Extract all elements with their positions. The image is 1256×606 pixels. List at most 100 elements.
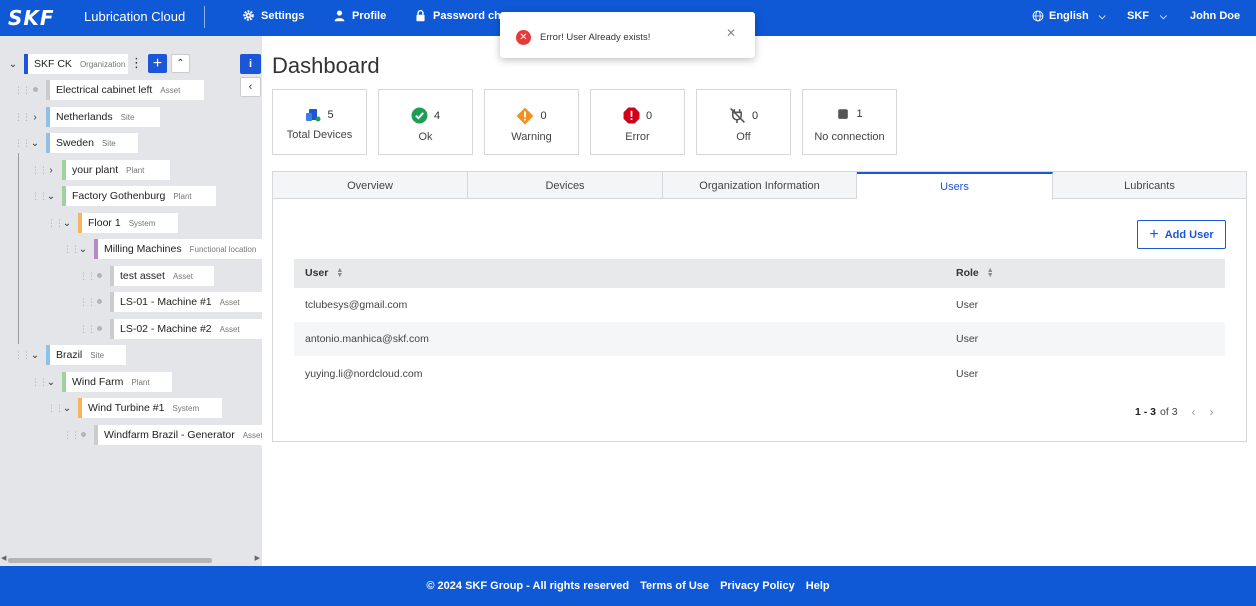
org-selector[interactable]: SKF ⌵ <box>1127 10 1167 22</box>
tree-node-asset[interactable]: LS-02 - Machine #2 Asset <box>110 319 262 339</box>
drag-handle-icon[interactable]: ⋮⋮ <box>31 191 48 202</box>
stat-card-total-devices[interactable]: 5 Total Devices <box>272 89 367 155</box>
drag-handle-icon[interactable]: ⋮⋮ <box>79 324 96 335</box>
square-icon <box>838 109 849 119</box>
error-toast: ✕ Error! User Already exists! ✕ <box>500 12 755 58</box>
chevron-right-icon[interactable]: › <box>46 165 56 176</box>
column-user[interactable]: User ▲ ▼ <box>305 267 343 279</box>
close-icon[interactable]: ✕ <box>726 26 736 40</box>
stat-card-error[interactable]: 0 Error <box>590 89 685 155</box>
nav-password[interactable]: Password cha <box>414 9 507 22</box>
info-button[interactable]: i <box>240 54 261 74</box>
stat-card-ok[interactable]: 4 Ok <box>378 89 473 155</box>
language-selector[interactable]: English ⌵ <box>1032 10 1106 22</box>
drag-handle-icon[interactable]: ⋮⋮ <box>14 138 31 149</box>
nav-profile[interactable]: Profile <box>333 9 386 22</box>
collapse-panel-button[interactable]: ‹ <box>240 77 261 97</box>
drag-handle-icon[interactable]: ⋮⋮ <box>47 218 64 229</box>
tree-node-type: Asset <box>160 85 181 95</box>
user-menu[interactable]: John Doe <box>1190 10 1240 22</box>
stat-label: Total Devices <box>286 129 353 141</box>
scrollbar-thumb[interactable] <box>8 558 212 563</box>
drag-handle-icon[interactable]: ⋮⋮ <box>79 297 96 308</box>
user-email: tclubesys@gmail.com <box>305 299 408 311</box>
pagination: 1 - 3 of 3 ‹ › <box>1135 405 1214 419</box>
chevron-right-icon[interactable]: › <box>30 112 40 123</box>
tree-node-name: LS-02 - Machine #2 <box>120 323 212 335</box>
tree-node-plant[interactable]: Factory Gothenburg Plant <box>62 186 216 206</box>
tree-node-system[interactable]: Wind Turbine #1 System <box>78 398 222 418</box>
chevron-down-icon[interactable]: ⌄ <box>46 377 56 388</box>
tree-node-system[interactable]: Floor 1 System <box>78 213 178 233</box>
stat-card-no-connection[interactable]: 1 No connection <box>802 89 897 155</box>
kebab-menu-icon[interactable]: ⋮ <box>130 55 143 71</box>
chevron-left-icon[interactable]: ‹ <box>1192 405 1196 419</box>
tree-node-type: System <box>172 403 200 413</box>
scroll-left-icon[interactable]: ◀ <box>1 554 6 562</box>
devices-icon <box>306 109 321 122</box>
sort-icon[interactable]: ▲ ▼ <box>987 267 994 279</box>
table-row[interactable]: tclubesys@gmail.com User <box>294 288 1225 322</box>
chevron-down-icon[interactable]: ⌄ <box>78 244 88 255</box>
tab-users[interactable]: Users <box>857 172 1053 200</box>
tree-node-type: Site <box>101 138 116 148</box>
drag-handle-icon[interactable]: ⋮⋮ <box>63 244 80 255</box>
footer-terms-link[interactable]: Terms of Use <box>640 580 709 592</box>
sort-icon[interactable]: ▲ ▼ <box>336 267 343 279</box>
drag-handle-icon[interactable]: ⋮⋮ <box>14 112 31 123</box>
tree-node-site[interactable]: Brazil Site <box>46 345 126 365</box>
drag-handle-icon[interactable]: ⋮⋮ <box>14 350 31 361</box>
chevron-down-icon[interactable]: ⌄ <box>30 138 40 149</box>
table-row[interactable]: yuying.li@nordcloud.com User <box>294 357 1225 391</box>
table-row[interactable]: antonio.manhica@skf.com User <box>294 322 1225 356</box>
tree-node-plant[interactable]: your plant Plant <box>62 160 170 180</box>
tree-node-functional-location[interactable]: Milling Machines Functional location <box>94 239 262 259</box>
tree-node-type: Asset <box>242 430 262 440</box>
nav-settings[interactable]: Settings <box>242 9 304 22</box>
nav-profile-label: Profile <box>352 9 387 22</box>
drag-handle-icon[interactable]: ⋮⋮ <box>31 165 48 176</box>
drag-handle-icon[interactable]: ⋮⋮ <box>14 85 31 96</box>
chevron-down-icon[interactable]: ⌄ <box>8 59 18 70</box>
drag-handle-icon[interactable]: ⋮⋮ <box>47 403 64 414</box>
chevron-down-icon[interactable]: ⌄ <box>46 191 56 202</box>
tree-node-asset[interactable]: test asset Asset <box>110 266 214 286</box>
skf-logo[interactable]: SKF <box>8 6 55 30</box>
tree-node-type: Asset <box>219 297 240 307</box>
tab-overview[interactable]: Overview <box>273 172 468 199</box>
tree-node-site[interactable]: Netherlands Site <box>46 107 160 127</box>
tab-lubricants[interactable]: Lubricants <box>1053 172 1246 199</box>
drag-handle-icon[interactable]: ⋮⋮ <box>63 430 80 441</box>
collapse-up-button[interactable]: ⌃ <box>171 54 190 73</box>
chevron-down-icon[interactable]: ⌄ <box>62 403 72 414</box>
stat-value: 0 <box>751 109 759 122</box>
tree-node-plant[interactable]: Wind Farm Plant <box>62 372 172 392</box>
tree-node-asset[interactable]: Electrical cabinet left Asset <box>46 80 204 100</box>
footer-privacy-link[interactable]: Privacy Policy <box>720 580 795 592</box>
chevron-right-icon[interactable]: › <box>1210 405 1214 419</box>
lock-icon <box>416 9 425 22</box>
tree-node-asset[interactable]: LS-01 - Machine #1 Asset <box>110 292 262 312</box>
tab-organization-information[interactable]: Organization Information <box>663 172 857 199</box>
tree-node-org[interactable]: SKF CK Organization <box>24 54 128 74</box>
tab-devices[interactable]: Devices <box>468 172 663 199</box>
add-user-button[interactable]: + Add User <box>1137 220 1226 249</box>
stat-card-off[interactable]: 0 Off <box>696 89 791 155</box>
drag-handle-icon[interactable]: ⋮⋮ <box>79 271 96 282</box>
footer-help-link[interactable]: Help <box>806 580 830 592</box>
plug-off-icon <box>729 108 745 123</box>
tab-bar: Overview Devices Organization Informatio… <box>273 172 1246 200</box>
horizontal-scrollbar[interactable]: ◀ ▶ <box>0 554 262 565</box>
user-role: User <box>956 368 979 380</box>
chevron-down-icon[interactable]: ⌄ <box>62 218 72 229</box>
column-role[interactable]: Role ▲ ▼ <box>956 267 994 279</box>
tree-node-asset[interactable]: Windfarm Brazil - Generator Asset <box>94 425 262 445</box>
drag-handle-icon[interactable]: ⋮⋮ <box>31 377 48 388</box>
tree-node-site[interactable]: Sweden Site <box>46 133 138 153</box>
stat-card-warning[interactable]: 0 Warning <box>484 89 579 155</box>
user-role: User <box>956 299 979 311</box>
chevron-down-icon[interactable]: ⌄ <box>30 350 40 361</box>
add-node-button[interactable]: + <box>148 54 167 73</box>
scroll-right-icon[interactable]: ▶ <box>255 554 260 562</box>
tree-node-type: Organization <box>79 59 126 69</box>
